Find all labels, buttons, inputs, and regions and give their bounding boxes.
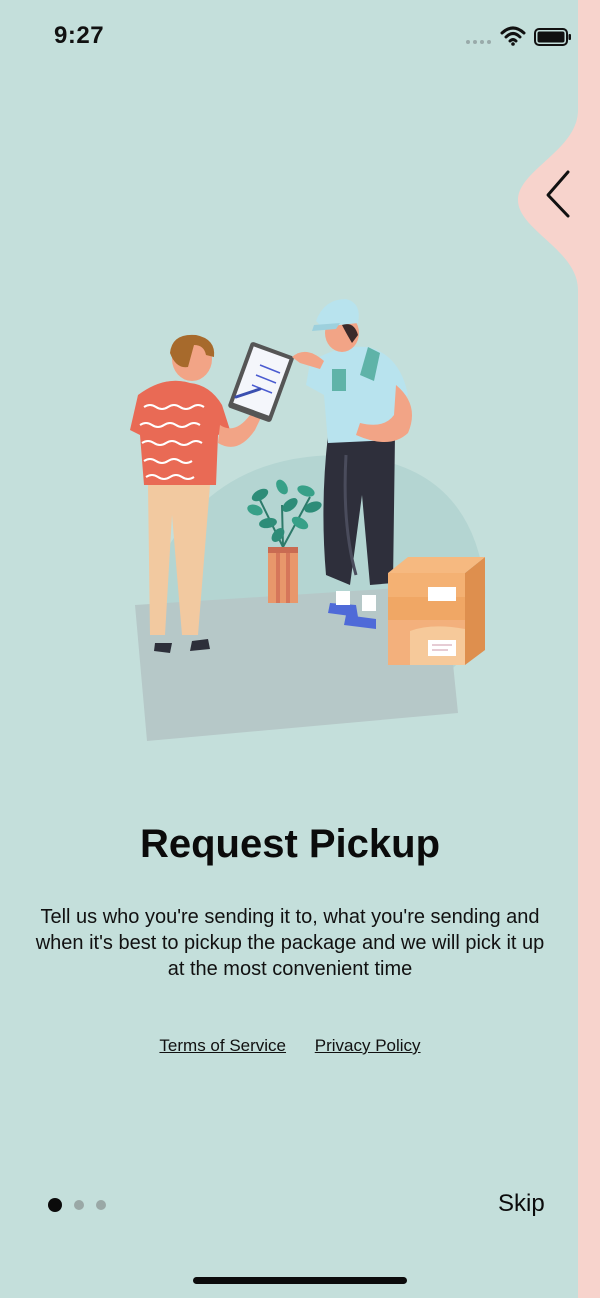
skip-button[interactable]: Skip [498,1190,545,1218]
parcel-boxes [388,557,485,665]
signal-icon [466,40,491,44]
wifi-icon [500,26,526,46]
page-description: Tell us who you're sending it to, what y… [35,906,545,980]
pickup-illustration [130,299,486,741]
page-title: Request Pickup [139,822,441,866]
onboarding-screen: 9:27 Request Pickup Tell us who you're s… [0,0,600,1298]
terms-of-service-link[interactable]: Terms of Service [159,1036,286,1055]
status-bar: 9:27 [0,0,578,70]
clipboard [228,342,294,422]
battery-icon [534,28,571,46]
privacy-policy-link[interactable]: Privacy Policy [315,1036,421,1055]
legal-links: Terms of Service Privacy Policy [0,1036,580,1056]
page-dot-1[interactable] [48,1198,62,1212]
back-tab[interactable] [508,110,600,290]
page-indicator [48,1198,106,1212]
home-indicator[interactable] [193,1277,407,1284]
page-dot-3[interactable] [96,1200,106,1210]
status-time: 9:27 [54,22,105,49]
page-dot-2[interactable] [74,1200,84,1210]
